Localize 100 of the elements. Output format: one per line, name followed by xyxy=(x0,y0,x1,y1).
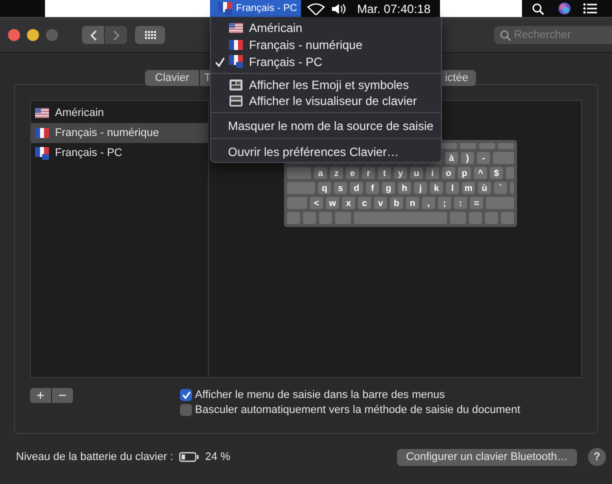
help-button[interactable]: ? xyxy=(588,448,606,466)
add-button[interactable]: + xyxy=(30,388,51,403)
keyboard-key[interactable]: x xyxy=(342,197,355,209)
keyboard-key[interactable] xyxy=(493,152,514,164)
keyboard-key[interactable]: , xyxy=(422,197,435,209)
tab[interactable]: Clavier xyxy=(145,70,200,86)
keyboard-key[interactable] xyxy=(441,143,457,149)
input-source-item[interactable]: Français - PC xyxy=(31,143,208,163)
keyboard-key[interactable]: r xyxy=(362,167,375,179)
input-source-name: Français - numérique xyxy=(55,127,159,139)
keyboard-key[interactable]: ` xyxy=(494,182,507,194)
back-button[interactable] xyxy=(82,26,104,44)
keyboard-key[interactable]: c xyxy=(358,197,371,209)
keyboard-key[interactable]: ^ xyxy=(474,167,487,179)
siri-icon[interactable] xyxy=(558,2,571,15)
checkbox-label: Afficher le menu de saisie dans la barre des menus xyxy=(195,389,445,401)
keyboard-key[interactable]: p xyxy=(458,167,471,179)
input-source-name: Américain xyxy=(55,107,104,119)
us-flag-icon xyxy=(229,22,243,32)
keyboard-key[interactable]: < xyxy=(310,197,323,209)
keyboard-key[interactable] xyxy=(287,212,300,224)
keyboard-key[interactable]: y xyxy=(394,167,407,179)
input-source-item[interactable]: Américain xyxy=(31,103,208,123)
keyboard-key[interactable]: ; xyxy=(438,197,451,209)
keyboard-key[interactable]: f xyxy=(366,182,379,194)
keyboard-key[interactable]: i xyxy=(426,167,439,179)
keyboard-key[interactable]: à xyxy=(445,152,458,164)
keyboard-key[interactable]: h xyxy=(398,182,411,194)
keyboard-key[interactable]: = xyxy=(470,197,483,209)
clock[interactable]: Mar. 07:40:18 xyxy=(357,2,431,16)
keyboard-key[interactable]: ) xyxy=(461,152,474,164)
keyboard-key[interactable]: q xyxy=(318,182,331,194)
keyboard-key[interactable]: - xyxy=(477,152,490,164)
keyboard-key[interactable]: a xyxy=(314,167,327,179)
keyboard-key[interactable]: w xyxy=(326,197,339,209)
input-source-status-item[interactable]: Français - PC xyxy=(210,0,302,17)
menu-item[interactable]: Afficher le visualiseur de clavier xyxy=(211,93,441,109)
keyboard-key[interactable] xyxy=(469,212,482,224)
forward-button[interactable] xyxy=(105,26,127,44)
bluetooth-setup-button[interactable]: Configurer un clavier Bluetooth… xyxy=(396,448,577,466)
battery-label: Niveau de la batterie du clavier : xyxy=(16,451,174,463)
keyboard-key[interactable] xyxy=(450,212,466,224)
remove-button[interactable]: − xyxy=(52,388,73,403)
keyboard-key[interactable]: s xyxy=(334,182,347,194)
keyboard-key[interactable] xyxy=(354,212,447,224)
keyboard-key[interactable]: b xyxy=(390,197,403,209)
keyboard-key[interactable] xyxy=(319,212,332,224)
keyboard-key[interactable] xyxy=(335,212,351,224)
keyboard-key[interactable]: g xyxy=(382,182,395,194)
menu-item[interactable]: Masquer le nom de la source de saisie xyxy=(211,116,441,135)
keyboard-key[interactable] xyxy=(303,212,316,224)
french-flag-icon xyxy=(229,55,243,68)
checkbox[interactable] xyxy=(180,389,192,401)
keyboard-key[interactable]: j xyxy=(414,182,427,194)
keyboard-key[interactable]: t xyxy=(378,167,391,179)
keyboard-key[interactable]: d xyxy=(350,182,363,194)
close-button[interactable] xyxy=(8,29,20,41)
keyboard-key[interactable] xyxy=(501,212,514,224)
keyboard-key[interactable]: m xyxy=(462,182,475,194)
keyboard-key[interactable]: n xyxy=(406,197,419,209)
keyboard-key[interactable] xyxy=(460,143,476,149)
input-source-item[interactable]: Français - numérique xyxy=(31,123,208,143)
keyboard-key[interactable] xyxy=(486,197,514,209)
keyboard-key[interactable]: ù xyxy=(478,182,491,194)
search-icon[interactable] xyxy=(532,2,544,14)
grid-icon xyxy=(144,31,156,39)
menu-item[interactable]: Ouvrir les préférences Clavier… xyxy=(211,142,441,161)
input-source-option[interactable]: Français - PC xyxy=(211,53,441,70)
keyboard-key[interactable] xyxy=(506,167,514,179)
battery-level: 24 % xyxy=(205,451,230,463)
input-source-option[interactable]: Américain xyxy=(211,19,441,36)
keyboard-key[interactable]: : xyxy=(454,197,467,209)
chevron-left-icon xyxy=(90,30,96,40)
input-source-option[interactable]: Français - numérique xyxy=(211,36,441,53)
keyboard-key[interactable]: o xyxy=(442,167,455,179)
keyboard-key[interactable]: e xyxy=(346,167,359,179)
keyboard-key[interactable]: l xyxy=(446,182,459,194)
wifi-icon[interactable] xyxy=(307,2,326,14)
keyboard-key[interactable] xyxy=(485,212,498,224)
checkbox[interactable] xyxy=(180,404,192,416)
notification-center-icon[interactable] xyxy=(582,3,597,14)
us-flag-icon xyxy=(35,108,49,118)
battery-icon xyxy=(179,452,200,462)
keyboard-key[interactable]: v xyxy=(374,197,387,209)
character-viewer-icon xyxy=(229,79,243,91)
keyboard-key[interactable] xyxy=(287,182,315,194)
keyboard-key[interactable]: $ xyxy=(490,167,503,179)
keyboard-key[interactable]: u xyxy=(410,167,423,179)
volume-icon[interactable] xyxy=(331,2,348,14)
minimize-button[interactable] xyxy=(27,29,39,41)
french-flag-icon xyxy=(35,146,49,160)
zoom-button[interactable] xyxy=(46,29,58,41)
input-source-name: Français - PC xyxy=(55,147,122,159)
keyboard-key[interactable] xyxy=(287,167,311,179)
keyboard-key[interactable] xyxy=(479,143,495,149)
keyboard-key[interactable]: z xyxy=(330,167,343,179)
keyboard-key[interactable]: k xyxy=(430,182,443,194)
show-all-button[interactable] xyxy=(135,26,165,44)
keyboard-key[interactable] xyxy=(287,197,307,209)
keyboard-key[interactable] xyxy=(498,143,514,149)
